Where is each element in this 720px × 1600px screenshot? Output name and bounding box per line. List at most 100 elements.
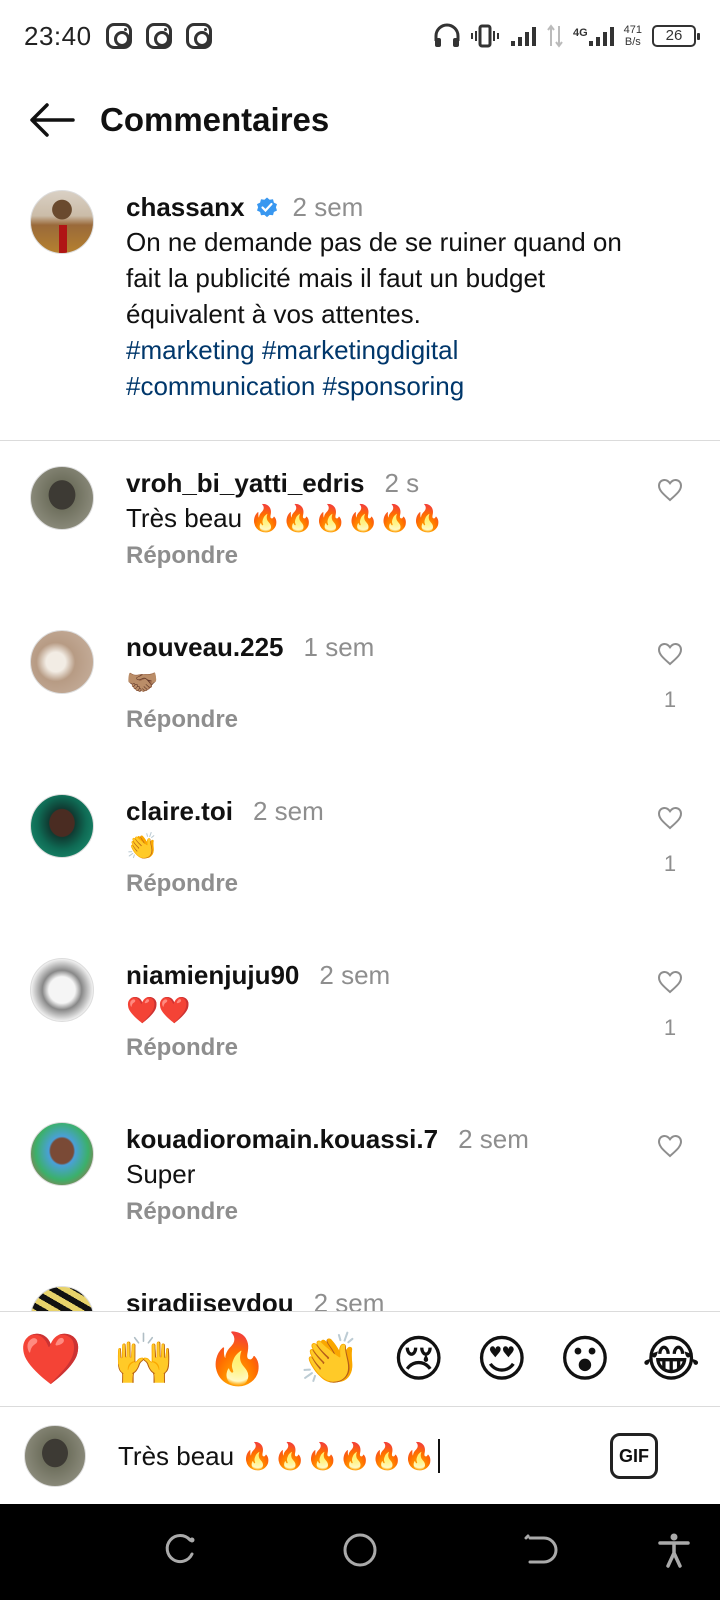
comment-user-line: claire.toi 2 sem bbox=[126, 794, 646, 828]
emoji-heart-eyes-button[interactable]: 😍 bbox=[476, 1329, 528, 1389]
comment-username[interactable]: niamienjuju90 bbox=[126, 958, 299, 992]
comment-body: siradiiseydou 2 sem bbox=[126, 1286, 646, 1311]
reply-button[interactable]: Répondre bbox=[126, 870, 646, 898]
caption-username[interactable]: chassanx bbox=[126, 190, 245, 224]
notification-icons bbox=[105, 23, 212, 49]
like-count: 1 bbox=[663, 687, 677, 712]
comment-text: Très beau 🔥🔥🔥🔥🔥🔥 bbox=[126, 503, 444, 533]
status-right-icons: 4G 471 B/s 26 bbox=[433, 23, 700, 49]
emoji-laughing-button[interactable]: 😂 bbox=[642, 1329, 700, 1389]
divider bbox=[0, 440, 720, 441]
avatar[interactable] bbox=[30, 794, 94, 858]
comment-time: 2 sem bbox=[458, 1124, 529, 1154]
comment-body: vroh_bi_yatti_edris 2 s Très beau 🔥🔥🔥🔥🔥🔥… bbox=[126, 466, 646, 626]
comment-text: 👏 bbox=[126, 831, 159, 861]
home-icon[interactable] bbox=[342, 1532, 378, 1568]
avatar[interactable] bbox=[30, 190, 94, 254]
comment-body: kouadioromain.kouassi.7 2 sem Super Répo… bbox=[126, 1122, 646, 1282]
comment-user-line: kouadioromain.kouassi.7 2 sem bbox=[126, 1122, 646, 1156]
heart-outline-icon[interactable] bbox=[657, 642, 683, 666]
comment-username[interactable]: vroh_bi_yatti_edris bbox=[126, 466, 364, 500]
comment-item: kouadioromain.kouassi.7 2 sem Super Répo… bbox=[0, 1122, 720, 1282]
caption-hashtags-line1[interactable]: #marketing #marketingdigital bbox=[126, 332, 626, 368]
comment-body: nouveau.225 1 sem 🤝🏽 Répondre bbox=[126, 630, 646, 790]
comment-input-bar: Très beau 🔥🔥🔥🔥🔥🔥 GIF bbox=[0, 1408, 720, 1504]
back-arrow-icon bbox=[30, 103, 75, 137]
heart-outline-icon[interactable] bbox=[657, 1134, 683, 1158]
like-count: 1 bbox=[663, 851, 677, 876]
comment-time: 2 sem bbox=[319, 960, 391, 990]
back-nav-icon[interactable] bbox=[522, 1532, 558, 1568]
emoji-fire-button[interactable]: 🔥 bbox=[206, 1329, 268, 1389]
like-column: 1 bbox=[650, 970, 690, 1041]
comment-user-line: vroh_bi_yatti_edris 2 s bbox=[126, 466, 646, 500]
caption-time: 2 sem bbox=[292, 192, 364, 222]
back-button[interactable] bbox=[0, 84, 100, 156]
comment-time: 2 s bbox=[384, 468, 420, 498]
avatar[interactable] bbox=[30, 1286, 94, 1311]
reply-button[interactable]: Répondre bbox=[126, 1034, 646, 1062]
comment-item: siradiiseydou 2 sem bbox=[0, 1286, 720, 1311]
like-column: 1 bbox=[650, 642, 690, 713]
avatar[interactable] bbox=[30, 1122, 94, 1186]
comment-input[interactable]: Très beau 🔥🔥🔥🔥🔥🔥 bbox=[118, 1439, 440, 1473]
comment-time: 2 sem bbox=[252, 796, 324, 826]
battery-icon: 26 bbox=[652, 25, 700, 47]
comment-time: 1 sem bbox=[303, 632, 375, 662]
text-cursor bbox=[437, 1439, 440, 1473]
like-column bbox=[650, 1134, 690, 1179]
comment-text: 🤝🏽 bbox=[126, 667, 159, 697]
comment-username[interactable]: kouadioromain.kouassi.7 bbox=[126, 1122, 438, 1156]
heart-outline-icon[interactable] bbox=[657, 478, 683, 502]
net-speed-unit: B/s bbox=[624, 36, 641, 48]
comment-time: 2 sem bbox=[313, 1288, 385, 1311]
caption-user-line: chassanx 2 sem bbox=[126, 190, 626, 224]
heart-outline-icon[interactable] bbox=[657, 970, 683, 994]
current-user-avatar bbox=[24, 1425, 86, 1487]
headphones-icon bbox=[434, 23, 460, 47]
comment-user-line: siradiiseydou 2 sem bbox=[126, 1286, 646, 1311]
emoji-crying-button[interactable]: 😢 bbox=[393, 1329, 445, 1389]
emoji-heart-button[interactable]: ❤️ bbox=[20, 1329, 82, 1389]
reply-button[interactable]: Répondre bbox=[126, 1198, 646, 1226]
comment-user-line: niamienjuju90 2 sem bbox=[126, 958, 646, 992]
avatar[interactable] bbox=[30, 466, 94, 530]
comment-item: vroh_bi_yatti_edris 2 s Très beau 🔥🔥🔥🔥🔥🔥… bbox=[0, 466, 720, 626]
comment-item: claire.toi 2 sem 👏 Répondre 1 bbox=[0, 794, 720, 954]
gif-button[interactable]: GIF bbox=[610, 1433, 658, 1479]
emoji-quick-bar: ❤️ 🙌 🔥 👏 😢 😍 😮 😂 bbox=[0, 1311, 720, 1407]
reply-button[interactable]: Répondre bbox=[126, 542, 646, 570]
instagram-notification-icon bbox=[145, 23, 172, 49]
avatar[interactable] bbox=[30, 958, 94, 1022]
comment-item: niamienjuju90 2 sem ❤️❤️ Répondre 1 bbox=[0, 958, 720, 1118]
instagram-notification-icon bbox=[185, 23, 212, 49]
comment-username[interactable]: claire.toi bbox=[126, 794, 233, 828]
comment-body: niamienjuju90 2 sem ❤️❤️ Répondre bbox=[126, 958, 646, 1118]
comment-user-line: nouveau.225 1 sem bbox=[126, 630, 646, 664]
comment-input-value: Très beau 🔥🔥🔥🔥🔥🔥 bbox=[118, 1440, 436, 1471]
reply-button[interactable]: Répondre bbox=[126, 706, 646, 734]
comment-username[interactable]: siradiiseydou bbox=[126, 1286, 294, 1311]
caption-hashtags-line2[interactable]: #communication #sponsoring bbox=[126, 368, 626, 404]
comment-username[interactable]: nouveau.225 bbox=[126, 630, 284, 664]
status-time: 23:40 bbox=[24, 20, 92, 51]
network-type: 4G bbox=[572, 27, 588, 39]
recent-apps-icon[interactable] bbox=[162, 1532, 198, 1568]
emoji-raised-hands-button[interactable]: 🙌 bbox=[113, 1329, 175, 1389]
accessibility-icon[interactable] bbox=[656, 1532, 692, 1568]
emoji-clap-button[interactable]: 👏 bbox=[299, 1329, 361, 1389]
verified-badge-icon bbox=[256, 197, 277, 218]
signal-4g-icon bbox=[588, 27, 614, 46]
comment-text: Super bbox=[126, 1159, 196, 1189]
emoji-surprised-button[interactable]: 😮 bbox=[559, 1329, 611, 1389]
heart-outline-icon[interactable] bbox=[657, 806, 683, 830]
comment-item: nouveau.225 1 sem 🤝🏽 Répondre 1 bbox=[0, 630, 720, 790]
data-arrows-icon bbox=[547, 24, 563, 48]
header: Commentaires bbox=[0, 84, 720, 156]
battery-level: 26 bbox=[665, 27, 683, 44]
signal-icon bbox=[510, 27, 536, 46]
like-column bbox=[650, 478, 690, 523]
vibrate-icon bbox=[470, 24, 499, 48]
comment-text: ❤️❤️ bbox=[126, 995, 191, 1025]
avatar[interactable] bbox=[30, 630, 94, 694]
